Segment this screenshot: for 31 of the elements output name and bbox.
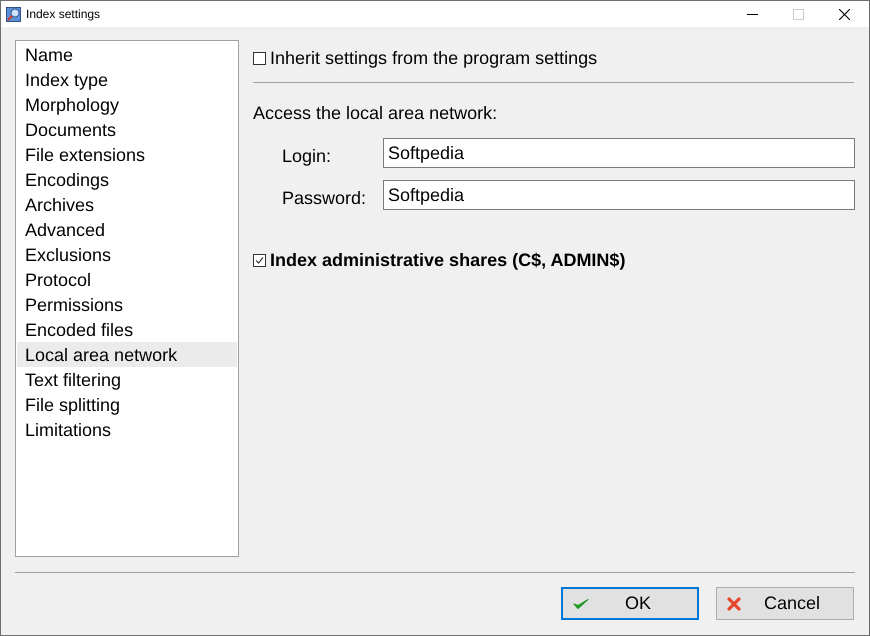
category-item[interactable]: Advanced bbox=[17, 217, 237, 242]
category-item[interactable]: File extensions bbox=[17, 142, 237, 167]
category-item[interactable]: File splitting bbox=[17, 392, 237, 417]
text-field[interactable]: Softpedia bbox=[383, 180, 855, 210]
cross-icon bbox=[727, 596, 741, 610]
field-label: Login: bbox=[282, 145, 332, 165]
section-label: Access the local area network: bbox=[253, 103, 498, 123]
checkbox[interactable] bbox=[253, 52, 266, 64]
category-item[interactable]: Encodings bbox=[17, 167, 237, 192]
cancel-button[interactable]: Cancel bbox=[716, 587, 854, 620]
magnifier-icon bbox=[6, 6, 21, 22]
category-item[interactable]: Text filtering bbox=[17, 367, 237, 392]
ok-button[interactable]: OK bbox=[561, 587, 699, 620]
field-label: Password: bbox=[282, 187, 368, 207]
category-item[interactable]: Protocol bbox=[17, 267, 237, 292]
category-item[interactable]: Limitations bbox=[17, 417, 237, 442]
category-item[interactable]: Encoded files bbox=[17, 317, 237, 342]
category-item[interactable]: Exclusions bbox=[17, 242, 237, 267]
category-item[interactable]: Documents bbox=[17, 117, 237, 142]
checkbox[interactable] bbox=[253, 254, 266, 266]
text-field[interactable]: Softpedia bbox=[383, 138, 855, 168]
window-title: Index settings bbox=[26, 6, 100, 23]
category-item[interactable]: Local area network bbox=[17, 342, 237, 367]
checkmark-icon bbox=[573, 598, 589, 610]
checkbox-label: Inherit settings from the program settings bbox=[270, 49, 598, 67]
category-item[interactable]: Permissions bbox=[17, 292, 237, 317]
checkbox-label: Index administrative shares (C$, ADMIN$) bbox=[270, 251, 626, 269]
category-item[interactable]: Morphology bbox=[17, 92, 237, 117]
category-item[interactable]: Name bbox=[17, 42, 237, 67]
category-item[interactable]: Archives bbox=[17, 192, 237, 217]
category-item[interactable]: Index type bbox=[17, 67, 237, 92]
